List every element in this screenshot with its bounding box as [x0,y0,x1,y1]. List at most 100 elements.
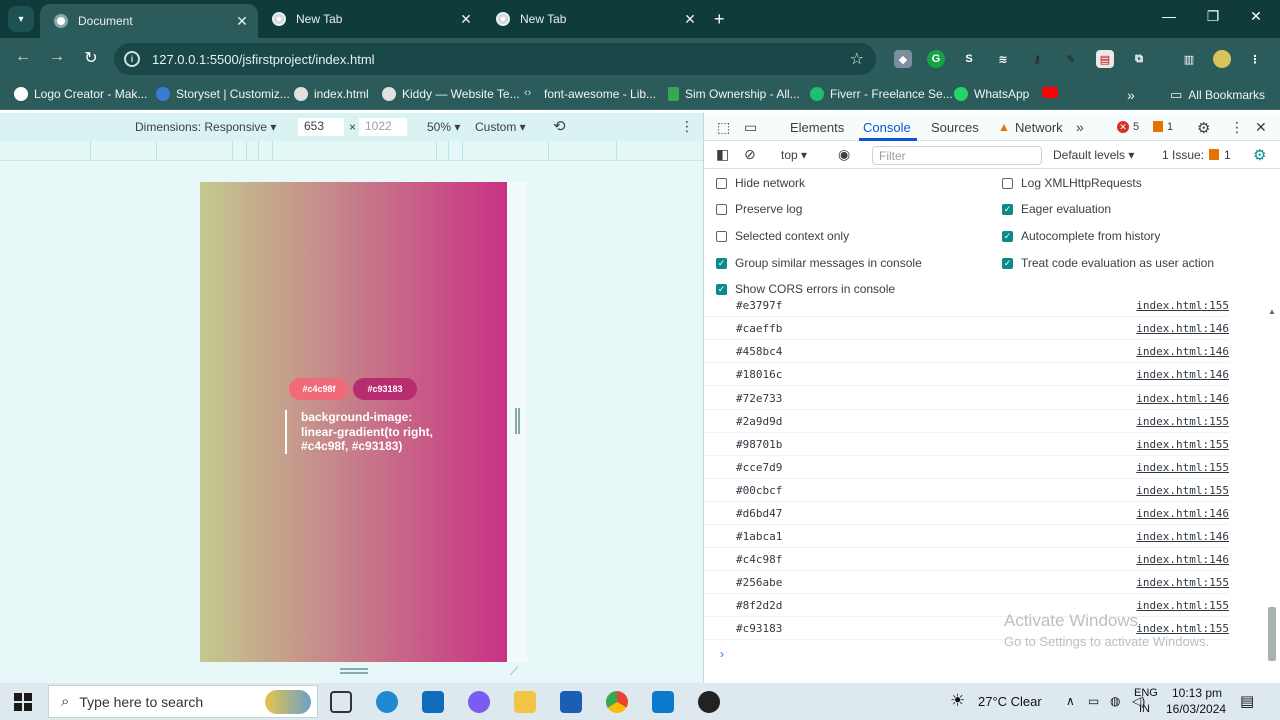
error-count[interactable]: 5 [1133,121,1139,133]
option-cors-errors[interactable]: ✓ Show CORS errors in console [716,282,895,296]
bookmark-kiddy[interactable]: Kiddy — Website Te... [382,87,520,101]
console-scrollbar[interactable]: ▲ [1267,307,1277,667]
checkbox-checked[interactable]: ✓ [716,257,727,269]
scroll-thumb[interactable] [1268,607,1276,661]
profile-avatar[interactable] [1213,50,1231,68]
issues-count[interactable]: 1 [1224,148,1231,162]
checkbox[interactable] [716,203,727,215]
bookmark-youtube[interactable] [1042,87,1064,98]
bookmark-whatsapp[interactable]: WhatsApp [954,87,1029,101]
region-label[interactable]: IN [1139,703,1150,715]
context-dropdown[interactable]: top ▾ [781,148,807,162]
tab-sources[interactable]: Sources [931,120,979,135]
bookmark-font-awesome[interactable]: ‹› font-awesome - Lib... [524,87,656,101]
option-selected-context[interactable]: Selected context only [716,229,849,243]
zoom-dropdown[interactable]: 50% ▾ [427,120,460,134]
console-prompt-icon[interactable]: › [720,647,724,661]
back-arrow-icon[interactable]: ← [12,48,34,66]
error-badge-icon[interactable]: ✕ [1117,121,1129,133]
color-chip-end[interactable]: #c93183 [353,378,417,400]
notification-icon[interactable]: ▤ [1240,692,1254,710]
clock-date[interactable]: 16/03/2024 [1166,702,1226,716]
minimize-icon[interactable]: — [1154,8,1184,24]
dimensions-dropdown[interactable]: Dimensions: Responsive ▾ [135,120,276,134]
file-explorer-icon[interactable] [514,691,536,713]
warning-badge-icon[interactable] [1153,121,1163,132]
tray-chevron-icon[interactable]: ∧ [1066,694,1075,708]
taskbar-search[interactable]: ⌕ Type here to search [48,685,318,718]
pen-extension-icon[interactable]: ✎ [1062,50,1080,68]
log-source-link[interactable]: index.html:155 [1136,484,1229,497]
bookmark-storyset[interactable]: Storyset | Customiz... [156,87,290,101]
option-log-xhr[interactable]: Log XMLHttpRequests [1002,176,1142,190]
tab-elements[interactable]: Elements [790,120,844,135]
close-icon[interactable]: ✕ [680,11,700,28]
warning-count[interactable]: 1 [1167,121,1173,133]
log-source-link[interactable]: index.html:155 [1136,576,1229,589]
height-input[interactable]: 1022 [359,118,407,136]
throttle-dropdown[interactable]: Custom ▾ [475,120,526,134]
log-levels-dropdown[interactable]: Default levels ▾ [1053,148,1134,162]
live-expression-eye-icon[interactable]: ◉ [838,146,850,163]
menu-kebab-icon[interactable]: ⋮ [1246,50,1264,68]
device-menu-icon[interactable]: ⋮ [680,118,694,135]
checkbox[interactable] [716,177,727,189]
log-source-link[interactable]: index.html:146 [1136,345,1229,358]
log-source-link[interactable]: index.html:146 [1136,530,1229,543]
key-extension-icon[interactable]: ⚷ [1028,50,1046,68]
mail-icon[interactable] [422,691,444,713]
log-source-link[interactable]: index.html:146 [1136,392,1229,405]
inspect-element-icon[interactable]: ⬚ [717,119,730,136]
log-source-link[interactable]: index.html:155 [1136,415,1229,428]
s-extension-icon[interactable]: S [960,50,978,68]
bookmark-star-icon[interactable]: ☆ [850,49,864,69]
width-input[interactable]: 653 [298,118,344,136]
vscode-icon[interactable] [652,691,674,713]
option-treat-code-eval[interactable]: ✓ Treat code evaluation as user action [1002,256,1214,270]
tab-search-button[interactable]: ▾ [8,6,34,32]
tab-console[interactable]: Console [863,120,911,135]
bookmark-logo-creator[interactable]: Logo Creator - Mak... [14,87,147,101]
rotate-icon[interactable]: ⟲ [553,117,566,135]
log-source-link[interactable]: index.html:155 [1136,301,1229,312]
devtools-close-icon[interactable]: ✕ [1255,119,1267,136]
console-filter-input[interactable]: Filter [872,146,1042,165]
tab-network[interactable]: Network [1015,120,1063,135]
site-info-icon[interactable]: i [124,51,140,67]
address-bar[interactable]: i 127.0.0.1:5500/jsfirstproject/index.ht… [114,43,876,75]
bookmark-index-html[interactable]: index.html [294,87,369,101]
log-source-link[interactable]: index.html:155 [1136,461,1229,474]
close-icon[interactable]: ✕ [232,13,252,30]
network-globe-icon[interactable]: ◍ [1110,694,1120,708]
checkbox-checked[interactable]: ✓ [1002,230,1013,242]
task-view-icon[interactable] [330,691,352,713]
device-toggle-icon[interactable]: ▭ [744,119,757,136]
lang-label[interactable]: ENG [1134,687,1158,699]
option-hide-network[interactable]: Hide network [716,176,805,190]
bookmark-fiverr[interactable]: Fiverr - Freelance Se... [810,87,953,101]
log-source-link[interactable]: index.html:146 [1136,322,1229,335]
windows-start-icon[interactable] [14,693,32,711]
log-source-link[interactable]: index.html:155 [1136,438,1229,451]
tab-document[interactable]: Document ✕ [40,4,258,38]
checkbox-checked[interactable]: ✓ [1002,203,1013,215]
resize-handle-bottom[interactable] [340,668,368,674]
new-tab-plus-icon[interactable]: + [714,9,725,30]
settings-gear-icon[interactable]: ⚙ [1197,119,1210,137]
more-tabs-icon[interactable]: » [1076,119,1084,135]
resize-corner-icon[interactable]: ⟋ [510,664,518,679]
store-icon[interactable] [560,691,582,713]
forward-arrow-icon[interactable]: → [46,48,68,66]
edge-icon[interactable] [376,691,398,713]
bookmarks-overflow-icon[interactable]: » [1127,87,1135,103]
side-panel-icon[interactable]: ▥ [1180,50,1198,68]
copilot-icon[interactable] [468,691,490,713]
scroll-up-icon[interactable]: ▲ [1268,307,1276,316]
checkbox-checked[interactable]: ✓ [716,283,727,295]
calendar-extension-icon[interactable]: ▤ [1096,50,1114,68]
log-source-link[interactable]: index.html:146 [1136,507,1229,520]
extensions-puzzle-icon[interactable]: ⧉ [1130,50,1148,68]
obs-icon[interactable] [698,691,720,713]
weather-text[interactable]: 27°C Clear [978,694,1042,709]
color-chip-start[interactable]: #c4c98f [289,378,349,400]
